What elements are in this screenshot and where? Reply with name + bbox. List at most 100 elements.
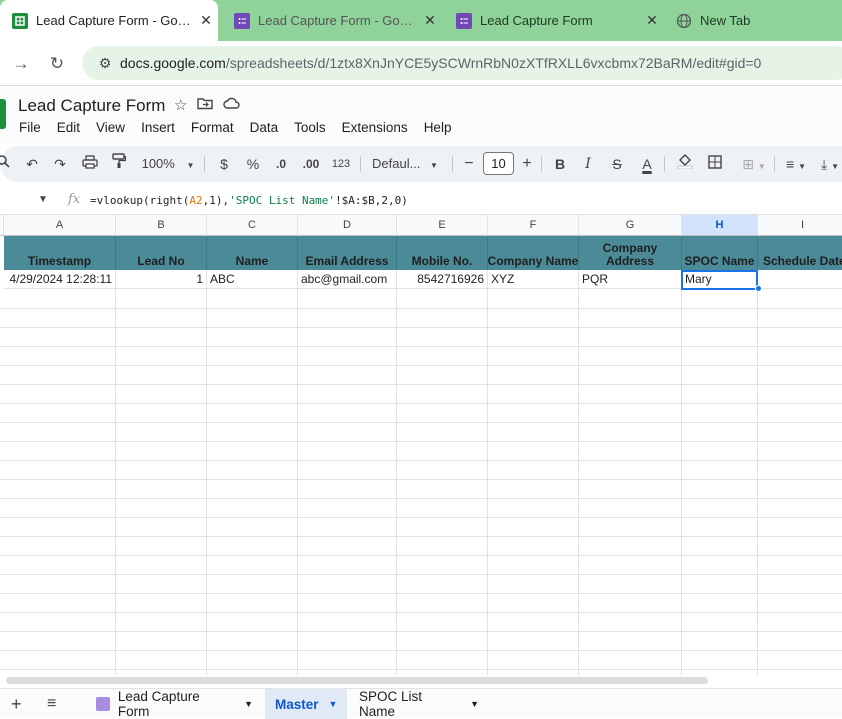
add-sheet-icon[interactable]: + <box>11 689 22 719</box>
close-icon[interactable]: ✕ <box>194 12 218 29</box>
cell-email[interactable]: abc@gmail.com <box>298 270 397 289</box>
column-gridline <box>487 289 488 675</box>
menu-data[interactable]: Data <box>250 120 279 135</box>
cell-name[interactable]: ABC <box>207 270 298 289</box>
fill-handle[interactable] <box>755 285 762 292</box>
bold-button[interactable]: B <box>552 153 568 175</box>
row-gridline <box>0 631 842 632</box>
chevron-down-icon[interactable]: ▼ <box>329 699 338 709</box>
formula-input[interactable]: =vlookup(right(A2,1),'SPOC List Name'!$A… <box>90 194 408 207</box>
cell-schedule-date[interactable] <box>758 270 842 289</box>
menu-view[interactable]: View <box>96 120 125 135</box>
chevron-down-icon: ▼ <box>798 162 806 171</box>
increase-decimal-button[interactable]: .00 <box>300 153 322 175</box>
header-cell[interactable]: Email Address <box>298 236 397 270</box>
column-gridline <box>115 289 116 675</box>
currency-button[interactable]: $ <box>216 153 232 175</box>
borders-icon[interactable] <box>705 153 725 175</box>
row-gridline <box>0 555 842 556</box>
browser-tab-newtab[interactable]: New Tab <box>664 0 842 41</box>
header-cell[interactable]: SPOC Name <box>682 236 758 270</box>
column-header-g[interactable]: G <box>579 215 682 236</box>
increase-font-size-icon[interactable]: + <box>519 153 535 175</box>
globe-icon <box>676 13 692 29</box>
menu-insert[interactable]: Insert <box>141 120 175 135</box>
sheet-tab-lead-capture-form[interactable]: Lead Capture Form ▼ <box>86 689 263 719</box>
cell-timestamp[interactable]: 4/29/2024 12:28:11 <box>4 270 116 289</box>
cell-mobile[interactable]: 8542716926 <box>397 270 488 289</box>
text-color-button[interactable]: A <box>637 153 657 175</box>
close-icon[interactable]: ✕ <box>640 12 664 29</box>
decrease-font-size-icon[interactable]: − <box>461 153 477 175</box>
star-icon[interactable]: ☆ <box>174 96 187 114</box>
cloud-status-icon[interactable] <box>223 96 241 114</box>
header-cell[interactable]: Name <box>207 236 298 270</box>
merge-cells-icon[interactable]: ⊞ ▼ <box>737 153 771 175</box>
cell-lead-no[interactable]: 1 <box>116 270 207 289</box>
sheet-tab-master[interactable]: Master ▼ <box>265 689 347 719</box>
menu-extensions[interactable]: Extensions <box>342 120 408 135</box>
header-cell[interactable]: Timestamp <box>4 236 116 270</box>
zoom-select[interactable]: 100% ▼ <box>140 153 196 175</box>
strikethrough-button[interactable]: S <box>609 153 625 175</box>
font-select[interactable]: Defaul... ▼ <box>372 153 444 175</box>
search-icon[interactable] <box>0 153 12 175</box>
scrollbar-thumb[interactable] <box>6 677 708 684</box>
font-size-input[interactable]: 10 <box>483 152 514 175</box>
close-icon[interactable]: ✕ <box>418 12 442 29</box>
cell-company-name[interactable]: XYZ <box>488 270 579 289</box>
percent-button[interactable]: % <box>244 153 262 175</box>
header-cell[interactable]: Lead No <box>116 236 207 270</box>
doc-title[interactable]: Lead Capture Form <box>18 96 165 116</box>
print-icon[interactable] <box>80 153 100 175</box>
formula-part: ,1), <box>202 194 230 207</box>
site-info-icon[interactable]: ⚙ <box>90 55 120 72</box>
column-header-f[interactable]: F <box>488 215 579 236</box>
horizontal-scrollbar[interactable] <box>0 675 842 687</box>
browser-tab-form[interactable]: Lead Capture Form ✕ <box>444 0 664 41</box>
header-cell[interactable]: Schedule Date <box>758 236 842 270</box>
cell-company-address[interactable]: PQR <box>579 270 682 289</box>
name-box-dropdown-icon[interactable]: ▼ <box>38 194 48 205</box>
column-header-b[interactable]: B <box>116 215 207 236</box>
menu-help[interactable]: Help <box>424 120 452 135</box>
italic-button[interactable]: I <box>580 153 596 175</box>
browser-tab-sheets[interactable]: Lead Capture Form - Google Sheets ✕ <box>0 0 218 41</box>
menu-tools[interactable]: Tools <box>294 120 326 135</box>
column-header-i[interactable]: I <box>758 215 842 236</box>
column-header-d[interactable]: D <box>298 215 397 236</box>
sheets-logo-icon[interactable] <box>0 99 6 129</box>
column-header-a[interactable]: A <box>4 215 116 236</box>
chevron-down-icon: ▼ <box>430 161 438 170</box>
chevron-down-icon[interactable]: ▼ <box>244 699 253 709</box>
browser-tab-forms[interactable]: Lead Capture Form - Google Forms ✕ <box>222 0 442 41</box>
sheet-tab-spoc-list-name[interactable]: SPOC List Name ▼ <box>349 689 489 719</box>
url-input[interactable]: ⚙ docs.google.com/spreadsheets/d/1ztx8Xn… <box>82 46 842 80</box>
header-cell[interactable]: Company Name <box>488 236 579 270</box>
chevron-down-icon[interactable]: ▼ <box>470 699 479 709</box>
number-format-button[interactable]: 123 <box>330 153 352 175</box>
formula-part: !$A:$B,2,0) <box>335 194 408 207</box>
all-sheets-icon[interactable]: ≡ <box>47 689 56 719</box>
horizontal-align-icon[interactable]: ≡ ▼ <box>781 153 811 175</box>
undo-icon[interactable]: ↶ <box>23 153 41 175</box>
decrease-decimal-button[interactable]: .0 <box>272 153 290 175</box>
menu-edit[interactable]: Edit <box>57 120 80 135</box>
column-header-c[interactable]: C <box>207 215 298 236</box>
menu-format[interactable]: Format <box>191 120 234 135</box>
paint-format-icon[interactable] <box>109 153 129 175</box>
tab-title: Lead Capture Form - Google Sheets <box>36 13 194 28</box>
spreadsheet-grid[interactable]: A B C D E F G H I Timestamp Lead No Name… <box>0 215 842 675</box>
redo-icon[interactable]: ↷ <box>51 153 69 175</box>
move-folder-icon[interactable] <box>197 96 214 114</box>
header-cell[interactable]: Mobile No. <box>397 236 488 270</box>
fill-color-icon[interactable] <box>675 153 695 175</box>
column-header-e[interactable]: E <box>397 215 488 236</box>
divider <box>541 156 542 172</box>
vertical-align-icon[interactable]: ⤓ ▼ <box>818 153 842 175</box>
forward-icon[interactable]: → <box>8 51 34 77</box>
header-cell[interactable]: Company Address <box>579 236 682 270</box>
reload-icon[interactable]: ↻ <box>44 51 70 77</box>
menu-file[interactable]: File <box>19 120 41 135</box>
column-header-h[interactable]: H <box>682 215 758 236</box>
